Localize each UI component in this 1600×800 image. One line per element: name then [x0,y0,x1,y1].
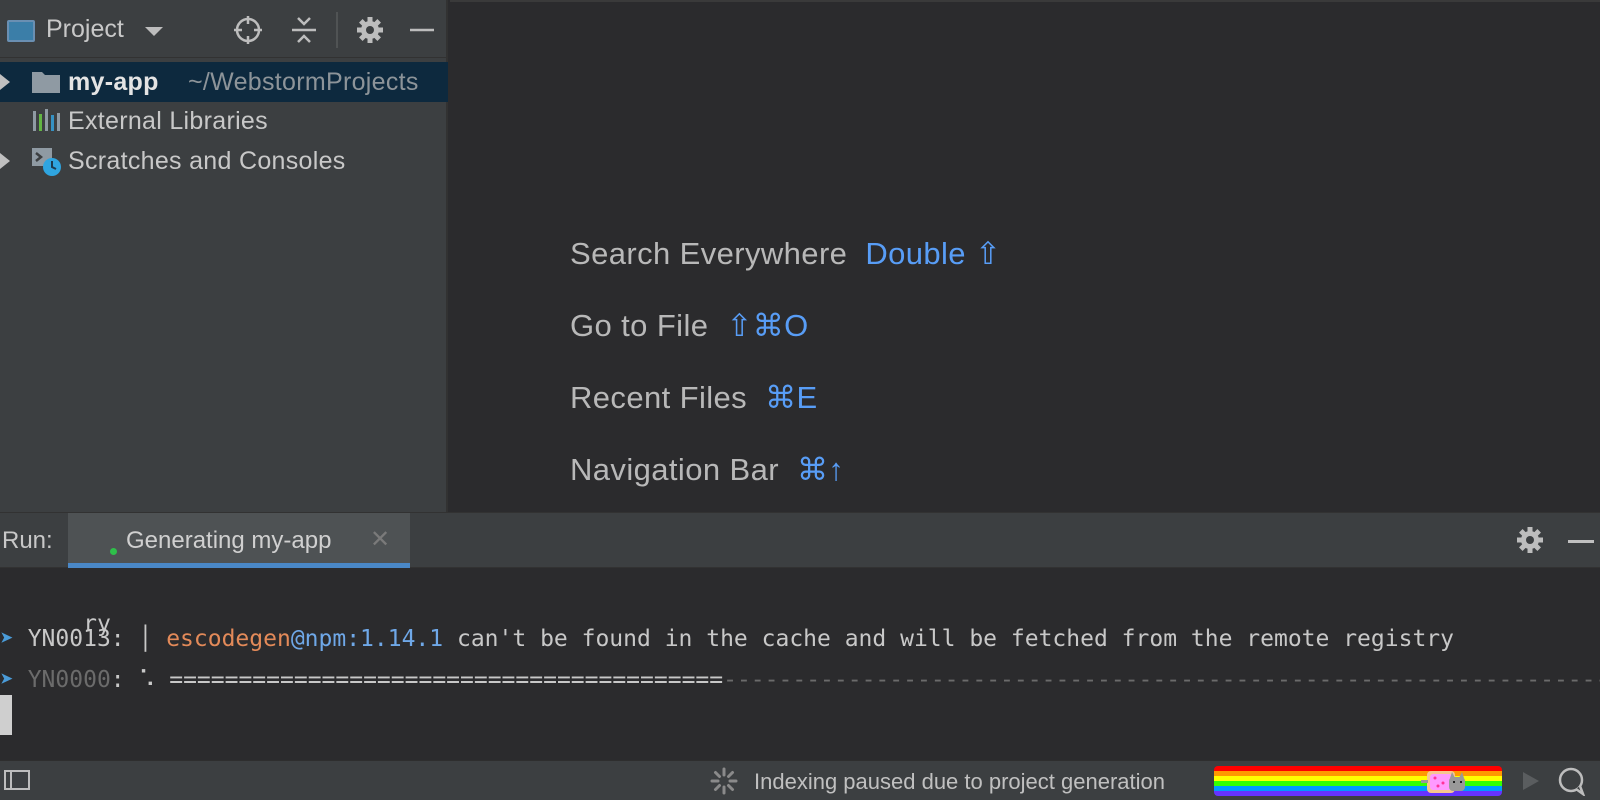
gear-icon[interactable] [1514,524,1546,556]
console-output[interactable]: ry ➤ YN0013: │ escodegen@npm:1.14.1 can'… [0,568,1600,760]
hint-shortcut: ⇧⌘O [726,308,809,343]
expand-arrow-icon[interactable] [0,153,10,169]
tree-item-label: External Libraries [68,106,268,135]
console-message: can't be found in the cache and will be … [443,626,1454,652]
collapse-all-icon[interactable] [288,14,320,46]
gear-icon[interactable] [354,14,386,46]
console-spinner: ⠡ [138,667,156,693]
tree-item-label: Scratches and Consoles [68,146,346,175]
console-colon: : [110,667,139,693]
console-version: @npm:1.14.1 [290,626,444,652]
console-progress-todo: ----------------------------------------… [723,667,1600,693]
scratches-icon [32,148,61,176]
close-icon[interactable]: ✕ [370,525,390,554]
library-icon [33,109,60,131]
folder-icon [32,72,60,93]
console-line: ➤ YN0013: │ escodegen@npm:1.14.1 can't b… [0,626,1454,652]
hint-navigation-bar: Navigation Bar ⌘↑ [570,452,844,488]
prompt-arrow-icon: ➤ [0,667,14,693]
text-cursor [0,695,12,735]
project-view-icon [7,20,35,42]
tree-item-my-app[interactable]: my-app ~/WebstormProjects [0,62,448,102]
tree-item-label: my-app [68,67,159,96]
hint-name: Recent Files [570,380,748,415]
console-code: YN0013: │ [13,626,167,652]
hint-name: Search Everywhere [570,236,848,271]
running-indicator-icon [110,548,117,555]
run-label: Run: [2,527,53,554]
tree-item-scratches[interactable]: Scratches and Consoles [0,141,448,181]
expand-arrow-icon[interactable] [0,74,10,90]
editor-empty-state: Search Everywhere Double ⇧ Go to File ⇧⌘O … [450,0,1600,512]
hint-go-to-file: Go to File ⇧⌘O [570,308,809,344]
run-tab-label[interactable]: Generating my-app [126,527,331,555]
status-text[interactable]: Indexing paused due to project generatio… [754,769,1165,795]
status-bar: Indexing paused due to project generatio… [0,760,1600,800]
project-panel: Project my-app ~/WebstormProjects Extern… [0,0,448,512]
hint-shortcut: ⌘E [765,380,818,415]
run-panel-header: Run: Generating my-app ✕ [0,512,1600,569]
console-code: YN0000 [13,667,111,693]
project-panel-header: Project [0,0,448,58]
locate-icon[interactable] [232,14,264,46]
prompt-arrow-icon: ➤ [0,626,14,652]
hint-name: Go to File [570,308,709,343]
console-line: ➤ YN0000: ⠡ ============================… [0,667,1600,693]
hint-search-everywhere: Search Everywhere Double ⇧ [570,236,1001,272]
spinner-icon [710,767,738,795]
toolbar-separator [336,12,338,48]
hint-shortcut: ⌘↑ [796,452,845,487]
chevron-down-icon[interactable] [145,27,163,36]
minimize-icon[interactable] [406,14,438,46]
hint-shortcut: Double ⇧ [865,236,1002,271]
tree-item-external-libraries[interactable]: External Libraries [0,101,448,141]
event-log-icon[interactable] [1556,766,1586,796]
hint-name: Navigation Bar [570,452,779,487]
tree-item-path: ~/WebstormProjects [188,67,419,96]
console-progress-done: ======================================== [169,667,724,693]
console-package: escodegen [166,626,291,652]
play-icon[interactable] [1516,767,1544,795]
project-panel-title[interactable]: Project [46,15,124,44]
ide-window: Project my-app ~/WebstormProjects Extern… [0,0,1600,800]
tool-window-toggle-icon[interactable] [4,769,30,791]
minimize-icon[interactable] [1568,540,1594,543]
nyan-cat-icon [1421,771,1465,793]
progress-bar[interactable] [1214,766,1502,796]
hint-recent-files: Recent Files ⌘E [570,380,818,416]
